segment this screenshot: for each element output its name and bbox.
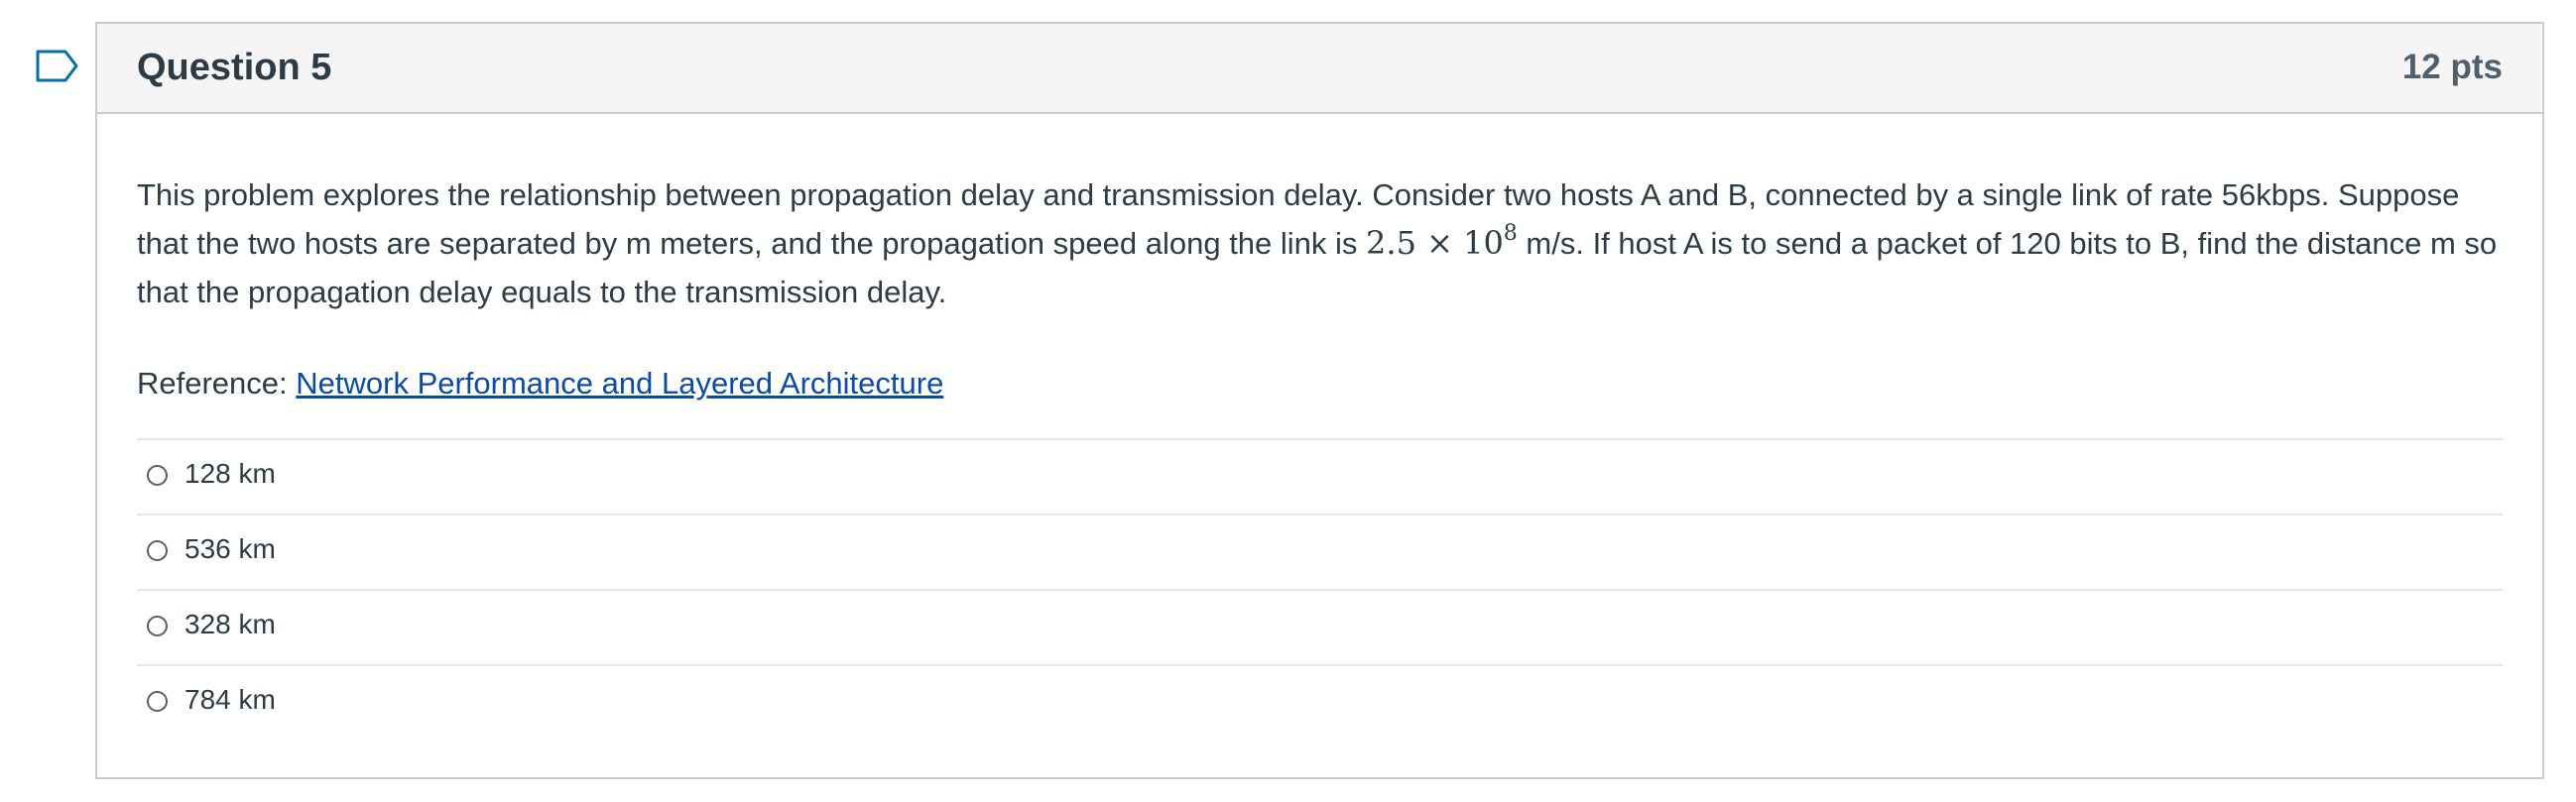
question-header: Question 5 12 pts bbox=[97, 24, 2542, 114]
question-text: This problem explores the relationship b… bbox=[137, 171, 2508, 316]
answer-option-2[interactable]: 536 km bbox=[137, 514, 2503, 589]
answer-label-2[interactable]: 536 km bbox=[184, 531, 276, 567]
reference-label: Reference: bbox=[137, 366, 297, 401]
radio-button-2[interactable] bbox=[147, 540, 168, 561]
answer-option-3[interactable]: 328 km bbox=[137, 589, 2503, 664]
question-card: Question 5 12 pts This problem explores … bbox=[95, 22, 2544, 779]
answer-option-1[interactable]: 128 km bbox=[137, 438, 2503, 514]
answer-label-4[interactable]: 784 km bbox=[184, 682, 276, 718]
radio-button-4[interactable] bbox=[147, 691, 168, 712]
answer-list: 128 km 536 km 328 km 784 km bbox=[137, 438, 2503, 740]
flag-question-icon[interactable] bbox=[36, 50, 79, 82]
question-points: 12 pts bbox=[2401, 48, 2503, 86]
math-exponent: 8 bbox=[1503, 221, 1518, 246]
radio-button-3[interactable] bbox=[147, 616, 168, 636]
question-title: Question 5 bbox=[137, 47, 332, 88]
reference-line: Reference: Network Performance and Layer… bbox=[137, 361, 943, 406]
answer-label-1[interactable]: 128 km bbox=[184, 456, 276, 492]
answer-option-4[interactable]: 784 km bbox=[137, 664, 2503, 740]
radio-button-1[interactable] bbox=[147, 465, 168, 486]
math-base: 2.5 × 10 bbox=[1366, 224, 1504, 262]
answer-label-3[interactable]: 328 km bbox=[184, 607, 276, 642]
math-expression: 2.5 × 108 bbox=[1366, 221, 1518, 263]
reference-link[interactable]: Network Performance and Layered Architec… bbox=[296, 366, 943, 401]
